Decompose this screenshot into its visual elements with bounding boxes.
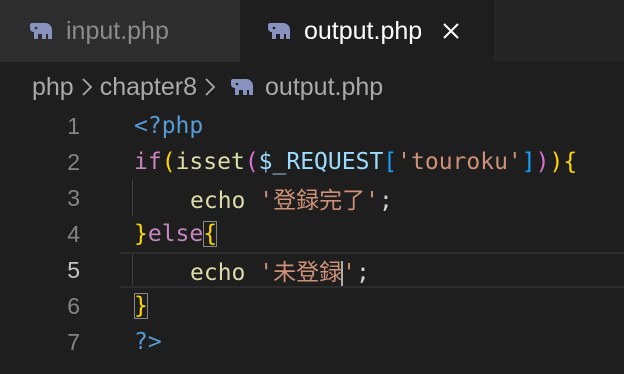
code-text: if(isset($_REQUEST['touroku'])){ xyxy=(134,149,577,175)
line-number: 7 xyxy=(67,328,80,355)
paren: ) xyxy=(549,149,564,175)
line-number: 1 xyxy=(67,112,80,139)
tab-bar: input.php output.php xyxy=(0,0,624,62)
code-line[interactable]: 6 } xyxy=(0,288,624,324)
code-text: echo '未登録'; xyxy=(134,253,370,287)
brace: { xyxy=(563,149,578,175)
bracket: [ xyxy=(383,149,398,175)
line-number: 4 xyxy=(67,220,80,247)
function-echo: echo xyxy=(190,188,246,214)
keyword-else: else xyxy=(147,221,204,247)
php-open-tag: <?php xyxy=(134,113,204,139)
line-number: 6 xyxy=(67,292,80,319)
chevron-right-icon xyxy=(78,76,96,98)
semicolon: ; xyxy=(378,188,393,214)
line-number: 3 xyxy=(67,184,80,211)
brace: } xyxy=(134,221,148,247)
function-echo: echo xyxy=(190,260,246,286)
tab-label: input.php xyxy=(66,16,169,45)
chevron-right-icon xyxy=(201,76,219,98)
code-line[interactable]: 4 }else{ xyxy=(0,216,624,252)
semicolon: ; xyxy=(355,260,370,286)
tab-output-php[interactable]: output.php xyxy=(240,0,494,62)
breadcrumb-item-chapter8[interactable]: chapter8 xyxy=(100,73,197,102)
tab-label: output.php xyxy=(304,16,423,45)
line-number: 5 xyxy=(67,256,80,283)
php-close-tag: ?> xyxy=(134,329,162,355)
code-line[interactable]: 3 echo '登録完了'; xyxy=(0,180,624,216)
php-elephant-icon xyxy=(266,20,292,42)
bracket: ] xyxy=(521,149,536,175)
string-not-registered: '未登録 xyxy=(259,260,343,286)
code-line[interactable]: 2 if(isset($_REQUEST['touroku'])){ xyxy=(0,144,624,180)
code-line[interactable]: 7 ?> xyxy=(0,324,624,360)
breadcrumb: php chapter8 output.php xyxy=(0,62,624,112)
string-quote: ' xyxy=(342,260,356,286)
variable-request: $_REQUEST xyxy=(258,149,384,175)
line-number: 2 xyxy=(67,148,80,175)
breadcrumb-item-php[interactable]: php xyxy=(32,73,74,102)
php-elephant-icon xyxy=(229,76,255,98)
breadcrumb-item-output-php[interactable]: output.php xyxy=(265,73,383,102)
code-text: echo '登録完了'; xyxy=(134,181,393,215)
code-editor[interactable]: 1 <?php 2 if(isset($_REQUEST['touroku'])… xyxy=(0,108,624,374)
code-text: }else{ xyxy=(134,221,218,247)
code-line[interactable]: 1 <?php xyxy=(0,108,624,144)
code-text: } xyxy=(134,293,148,319)
paren: ) xyxy=(535,149,550,175)
tab-input-php[interactable]: input.php xyxy=(0,0,240,62)
keyword-if: if xyxy=(134,149,162,175)
code-text: <?php xyxy=(134,113,203,139)
paren: ( xyxy=(244,149,259,175)
brace-matched: { xyxy=(203,221,218,247)
code-line-current[interactable]: 5 echo '未登録'; xyxy=(0,252,624,288)
string-touroku: 'touroku' xyxy=(397,149,522,175)
string-done: '登録完了' xyxy=(259,188,379,214)
code-text: ?> xyxy=(134,329,162,355)
paren: ( xyxy=(161,149,176,175)
php-elephant-icon xyxy=(28,20,54,42)
brace-matched: } xyxy=(134,293,148,319)
function-isset: isset xyxy=(175,149,245,175)
close-icon[interactable] xyxy=(440,20,462,42)
